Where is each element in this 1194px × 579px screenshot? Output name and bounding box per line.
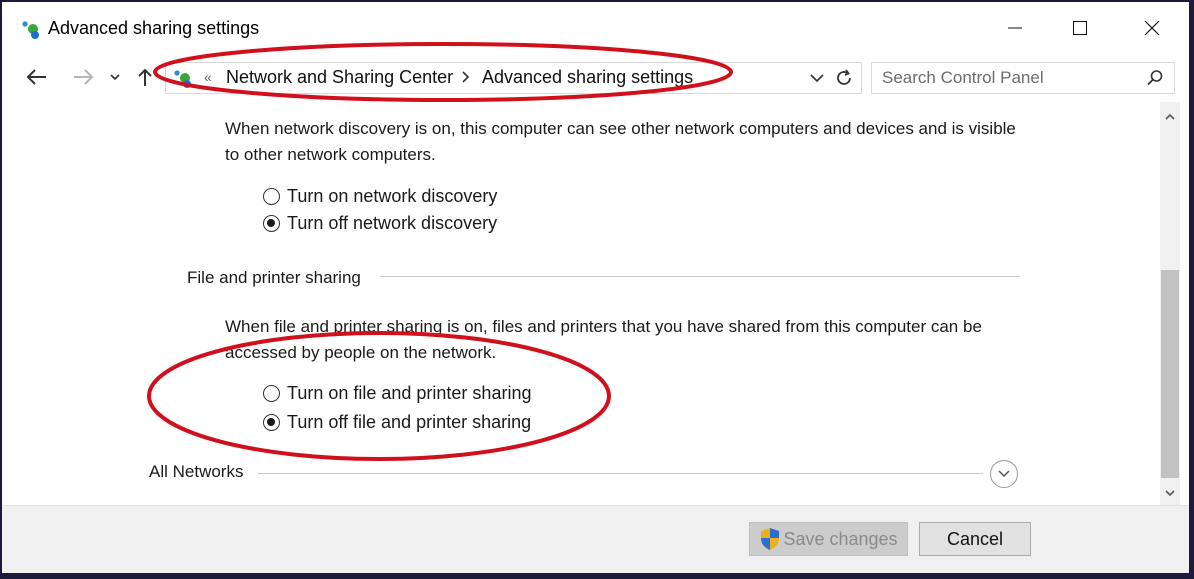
file-printer-sharing-heading: File and printer sharing [187, 268, 361, 287]
scroll-thumb[interactable] [1161, 270, 1179, 478]
vertical-scrollbar[interactable] [1160, 102, 1180, 506]
maximize-icon [1073, 21, 1087, 35]
recent-dropdown-icon [110, 74, 120, 81]
radio-turn-on-file-printer-sharing[interactable]: Turn on file and printer sharing [263, 383, 531, 404]
search-input[interactable]: Search Control Panel [871, 62, 1175, 94]
settings-content: When network discovery is on, this compu… [2, 102, 1162, 506]
address-bar[interactable]: « Network and Sharing Center Advanced sh… [165, 62, 862, 94]
save-changes-label: Save changes [783, 528, 898, 549]
scroll-up-icon [1165, 113, 1175, 120]
back-arrow-icon [26, 69, 46, 85]
maximize-button[interactable] [1057, 8, 1103, 48]
minimize-icon [1008, 27, 1022, 29]
dialog-footer: Save changes Cancel [2, 505, 1189, 573]
radio-label: Turn off file and printer sharing [287, 412, 532, 432]
refresh-icon[interactable] [833, 67, 855, 89]
radio-button[interactable] [263, 385, 280, 402]
forward-arrow-icon [74, 69, 94, 85]
file-printer-sharing-description: When file and printer sharing is on, fil… [225, 317, 982, 362]
scroll-down-button[interactable] [1160, 482, 1180, 504]
radio-button[interactable] [263, 414, 280, 431]
search-icon[interactable] [1146, 69, 1164, 87]
address-row: « Network and Sharing Center Advanced sh… [2, 57, 1189, 97]
radio-label: Turn on network discovery [287, 186, 498, 206]
recent-locations-button[interactable] [105, 63, 125, 91]
address-dropdown-icon[interactable] [809, 72, 825, 84]
scroll-down-icon [1165, 490, 1175, 497]
breadcrumb-separator-icon[interactable] [461, 69, 471, 85]
radio-label: Turn off network discovery [287, 213, 498, 233]
save-changes-button[interactable]: Save changes [749, 522, 908, 556]
forward-button[interactable] [70, 63, 96, 91]
radio-turn-on-network-discovery[interactable]: Turn on network discovery [263, 186, 497, 207]
scroll-up-button[interactable] [1160, 106, 1180, 128]
breadcrumb-network-sharing-center[interactable]: Network and Sharing Center [226, 67, 453, 88]
breadcrumb-overflow[interactable]: « [204, 69, 212, 85]
all-networks-expand-button[interactable] [990, 460, 1018, 488]
back-button[interactable] [24, 63, 50, 91]
shield-icon [761, 528, 780, 550]
search-placeholder: Search Control Panel [882, 68, 1044, 87]
radio-turn-off-network-discovery[interactable]: Turn off network discovery [263, 213, 497, 234]
window-title: Advanced sharing settings [48, 18, 260, 38]
close-button[interactable] [1129, 8, 1175, 48]
network-icon [174, 70, 191, 88]
network-discovery-description: When network discovery is on, this compu… [225, 119, 1016, 164]
section-divider [380, 276, 1020, 277]
up-button[interactable] [134, 63, 156, 91]
breadcrumb-advanced-sharing[interactable]: Advanced sharing settings [482, 67, 693, 88]
network-icon [22, 21, 39, 39]
all-networks-heading[interactable]: All Networks [149, 462, 243, 482]
radio-button[interactable] [263, 188, 280, 205]
title-bar: Advanced sharing settings [2, 2, 1189, 54]
close-icon [1144, 20, 1160, 36]
radio-label: Turn on file and printer sharing [287, 383, 532, 403]
cancel-button[interactable]: Cancel [919, 522, 1031, 556]
up-arrow-icon [138, 68, 152, 86]
radio-button[interactable] [263, 215, 280, 232]
cancel-label: Cancel [946, 528, 1004, 549]
advanced-sharing-window: Advanced sharing settings « Network and … [2, 2, 1189, 573]
minimize-button[interactable] [992, 8, 1038, 48]
section-divider [258, 473, 983, 474]
expand-chevron-icon [998, 470, 1010, 478]
radio-turn-off-file-printer-sharing[interactable]: Turn off file and printer sharing [263, 412, 531, 433]
